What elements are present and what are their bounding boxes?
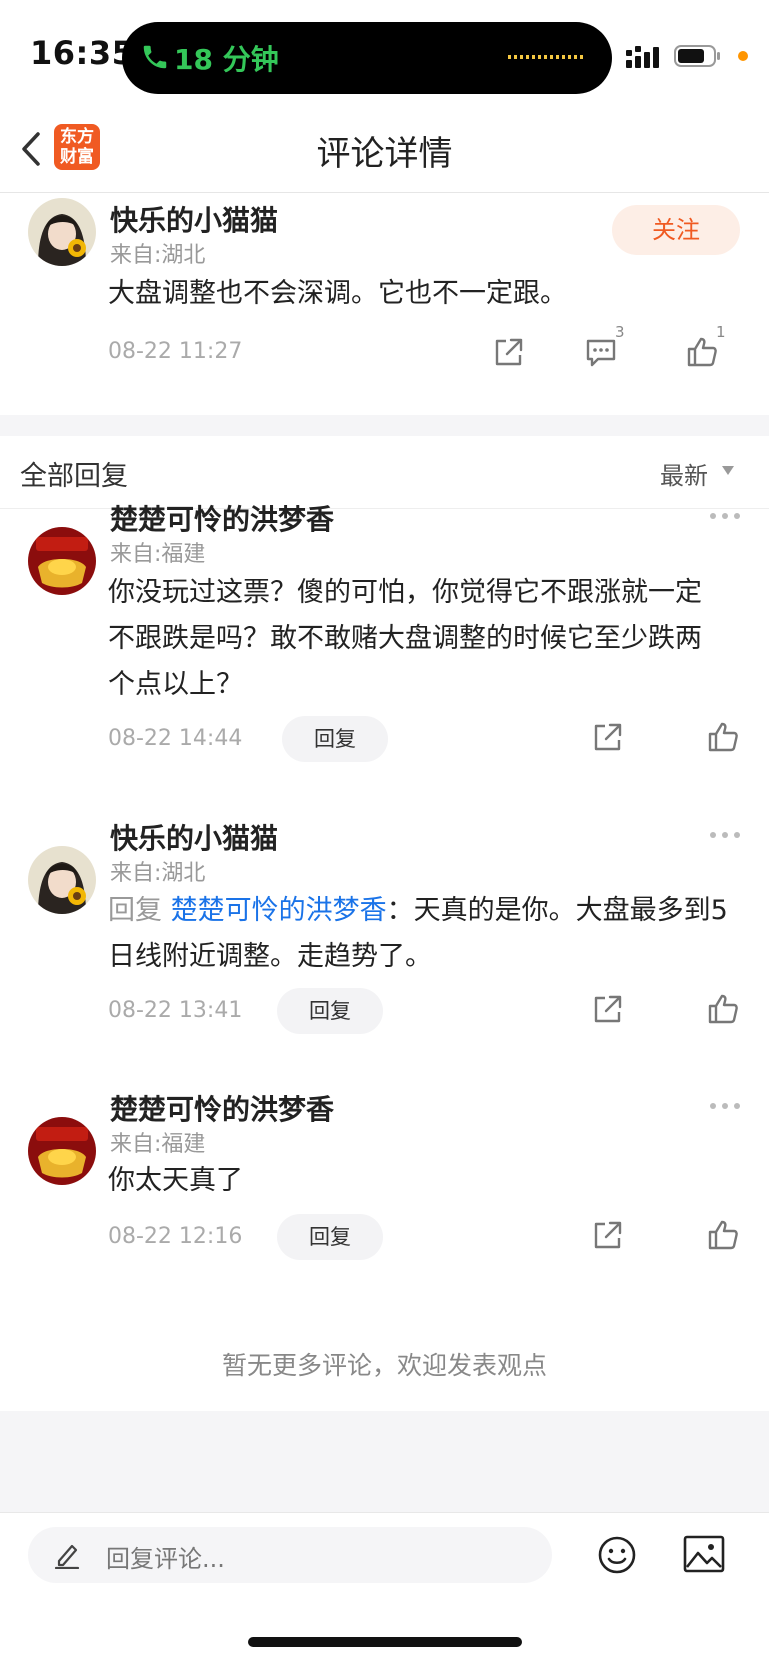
- sort-selector[interactable]: 最新: [660, 456, 708, 491]
- call-indicator[interactable]: 18 分钟: [122, 22, 612, 94]
- reply-content: 你没玩过这票？傻的可怕，你觉得它不跟涨就一定不跟跌是吗？敢不敢赌大盘调整的时候它…: [108, 577, 702, 700]
- audio-wave-icon: [508, 55, 583, 59]
- reply-date: 08-22 13:41: [108, 998, 243, 1023]
- reply-prefix: 回复: [108, 895, 171, 926]
- like-icon[interactable]: [685, 335, 719, 369]
- comment-content: 大盘调整也不会深调。它也不一定跟。: [108, 278, 567, 309]
- avatar-gold-ingot-image: [28, 1117, 96, 1185]
- comment-count: 3: [615, 323, 625, 341]
- more-options-icon[interactable]: [709, 831, 741, 839]
- more-options-icon[interactable]: [709, 512, 741, 520]
- username[interactable]: 快乐的小猫猫: [110, 817, 278, 857]
- reply-button[interactable]: 回复: [282, 716, 388, 762]
- replies-title: 全部回复: [20, 461, 128, 492]
- signal-icon: [626, 46, 659, 68]
- avatar-girl-image: [28, 846, 96, 914]
- share-icon[interactable]: [591, 720, 625, 754]
- avatar[interactable]: [28, 198, 96, 266]
- more-options-icon[interactable]: [709, 1102, 741, 1110]
- avatar-girl-image: [28, 198, 96, 266]
- reply-button[interactable]: 回复: [277, 1214, 383, 1260]
- image-icon[interactable]: [683, 1535, 725, 1573]
- avatar[interactable]: [28, 1117, 96, 1185]
- reply-date: 08-22 12:16: [108, 1224, 243, 1249]
- username[interactable]: 快乐的小猫猫: [110, 199, 278, 239]
- bottom-bar: 回复评论...: [0, 1512, 769, 1666]
- location: 来自:湖北: [110, 861, 206, 886]
- avatar[interactable]: [28, 527, 96, 595]
- follow-button[interactable]: 关注: [612, 205, 740, 255]
- comment-icon[interactable]: [584, 335, 618, 369]
- emoji-icon[interactable]: [597, 1535, 637, 1575]
- home-indicator[interactable]: [248, 1637, 522, 1647]
- reply-content: 回复 楚楚可怜的洪梦香：天真的是你。大盘最多到5日线附近调整。走趋势了。: [108, 888, 728, 980]
- like-icon[interactable]: [706, 992, 740, 1026]
- no-more-comments-text: 暂无更多评论，欢迎发表观点: [221, 1351, 547, 1380]
- location: 来自:湖北: [110, 243, 206, 268]
- username[interactable]: 楚楚可怜的洪梦香: [110, 498, 334, 538]
- like-icon[interactable]: [706, 720, 740, 754]
- reply-content: 你太天真了: [108, 1165, 243, 1196]
- main-comment: 快乐的小猫猫 来自:湖北 关注 大盘调整也不会深调。它也不一定跟。 08-22 …: [0, 193, 769, 415]
- share-icon[interactable]: [591, 992, 625, 1026]
- call-duration: 18 分钟: [174, 43, 279, 76]
- caret-down-icon[interactable]: [722, 466, 734, 476]
- privacy-indicator-dot: [738, 51, 748, 61]
- share-icon[interactable]: [591, 1218, 625, 1252]
- status-time: 16:35: [30, 34, 135, 72]
- comment-date: 08-22 11:27: [108, 339, 243, 364]
- battery-icon: [674, 45, 720, 67]
- username[interactable]: 楚楚可怜的洪梦香: [110, 1088, 334, 1128]
- status-bar: 16:35 18 分钟: [0, 0, 769, 110]
- location: 来自:福建: [110, 542, 206, 567]
- reply-input[interactable]: 回复评论...: [28, 1527, 552, 1583]
- like-count: 1: [716, 323, 726, 341]
- avatar[interactable]: [28, 846, 96, 914]
- replies-section: 全部回复 最新 楚楚可怜的洪梦香 来自:福建 你没玩过这票？傻的可怕，你觉得它不…: [0, 436, 769, 1411]
- reply-target-link[interactable]: 楚楚可怜的洪梦香: [171, 895, 387, 926]
- location: 来自:福建: [110, 1132, 206, 1157]
- reply-input-placeholder: 回复评论...: [106, 1545, 225, 1573]
- like-icon[interactable]: [706, 1218, 740, 1252]
- page-title: 评论详情: [316, 134, 453, 174]
- avatar-gold-ingot-image: [28, 527, 96, 595]
- nav-bar: 东方 财富 评论详情: [0, 110, 769, 193]
- phone-icon: [143, 45, 167, 69]
- reply-button[interactable]: 回复: [277, 988, 383, 1034]
- share-icon[interactable]: [492, 335, 526, 369]
- pencil-icon: [54, 1544, 80, 1569]
- reply-date: 08-22 14:44: [108, 726, 243, 751]
